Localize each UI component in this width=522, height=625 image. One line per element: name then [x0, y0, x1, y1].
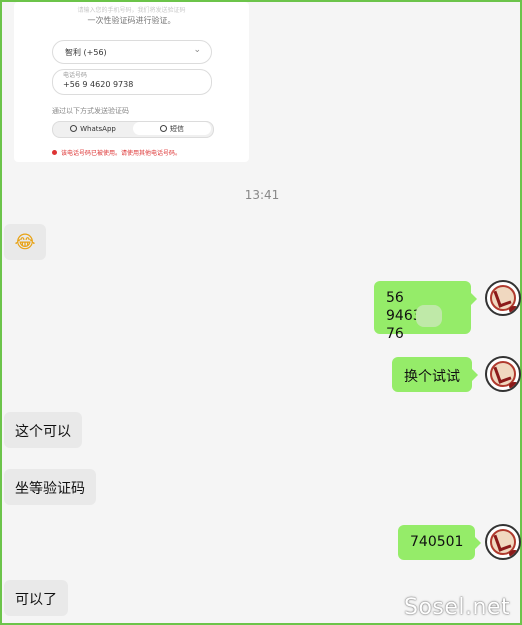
country-label: 智利 (+56) [65, 48, 107, 57]
message-bubble-received[interactable]: 这个可以 [4, 412, 82, 448]
sms-option: 短信 [133, 122, 211, 135]
avatar[interactable] [485, 524, 521, 560]
message-timestamp: 13:41 [244, 188, 280, 202]
laughing-emoji-icon: 😂 [14, 231, 36, 253]
message-bubble-sent[interactable]: 换个试试 [392, 357, 478, 392]
chevron-down-icon: ⌄ [193, 45, 201, 55]
message-text: 这个可以 [15, 424, 71, 440]
sms-icon [160, 125, 167, 132]
message-text: 换个试试 [404, 369, 460, 385]
send-method-caption: 通过以下方式发送验证码 [52, 107, 129, 115]
phone-value: +56 9 4620 9738 [63, 80, 134, 89]
message-bubble-received[interactable]: 坐等验证码 [4, 469, 96, 505]
whatsapp-option: WhatsApp [54, 122, 132, 135]
message-text: 740501 [410, 534, 464, 550]
screenshot-prompt: 一次性验证码进行验证。 [87, 16, 176, 25]
message-bubble-sent[interactable]: 56 946376 [374, 281, 477, 342]
send-method-toggle: WhatsApp 短信 [52, 121, 214, 138]
error-text: 该电话号码已被使用。请使用其他电话号码。 [61, 150, 182, 157]
error-icon [52, 150, 57, 155]
country-select: 智利 (+56) ⌄ [52, 40, 212, 64]
shared-screenshot[interactable]: 请输入您的手机号码，我们将发送验证码 一次性验证码进行验证。 智利 (+56) … [14, 2, 249, 162]
message-bubble-sent[interactable]: 740501 [398, 525, 482, 560]
avatar[interactable] [485, 280, 521, 316]
screenshot-top-text: 请输入您的手机号码，我们将发送验证码 [77, 7, 186, 14]
phone-field: 电话号码 +56 9 4620 9738 [52, 69, 212, 95]
watermark: Sosel.net [404, 595, 511, 620]
message-bubble-received[interactable]: 😂 [4, 224, 46, 260]
whatsapp-icon [70, 125, 78, 132]
redacted-blur [416, 305, 442, 327]
message-text: 可以了 [15, 592, 57, 608]
message-text: 坐等验证码 [15, 481, 85, 497]
message-bubble-received[interactable]: 可以了 [4, 580, 68, 616]
sms-option-label: 短信 [170, 124, 184, 133]
whatsapp-option-label: WhatsApp [80, 124, 116, 133]
error-message: 该电话号码已被使用。请使用其他电话号码。 [52, 148, 181, 157]
avatar[interactable] [485, 356, 521, 392]
phone-caption: 电话号码 [63, 72, 88, 79]
